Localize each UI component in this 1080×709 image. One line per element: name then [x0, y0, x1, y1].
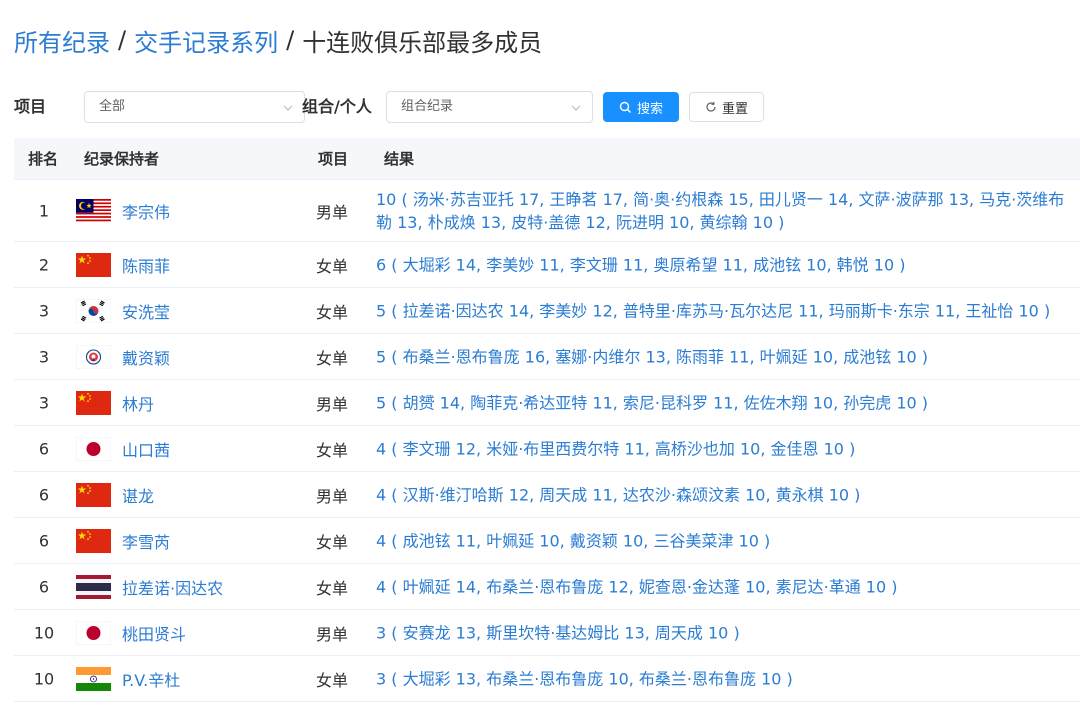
type-select-value: 组合纪录: [401, 99, 454, 114]
event-cell: 男单: [316, 486, 349, 506]
event-cell: 男单: [316, 202, 349, 222]
thailand-flag-icon: [76, 574, 111, 599]
breadcrumb-all-records-link[interactable]: 所有纪录: [14, 23, 110, 58]
holder-link[interactable]: 戴资颖: [122, 345, 170, 369]
holder-link[interactable]: 陈雨菲: [122, 253, 170, 277]
rank-cell: 6: [38, 577, 50, 596]
rank-cell: 6: [38, 485, 50, 504]
chevron-down-icon: [283, 105, 293, 111]
rank-cell: 6: [38, 439, 50, 458]
result-cell[interactable]: 4 ( 成池铉 11, 叶姵延 10, 戴资颖 10, 三谷美菜津 10 ): [376, 529, 1080, 552]
header-rank: 排名: [28, 150, 59, 168]
table-row: 2 陈雨菲 女单 6 ( 大堀彩 14, 李美妙 11, 李文珊 11, 奥原希…: [14, 242, 1080, 288]
holder-link[interactable]: 安洗莹: [122, 299, 170, 323]
type-filter-label: 组合/个人: [302, 97, 372, 116]
type-select[interactable]: 组合纪录: [386, 91, 593, 123]
event-cell: 女单: [316, 256, 349, 276]
result-cell[interactable]: 5 ( 胡赟 14, 陶菲克·希达亚特 11, 索尼·昆科罗 11, 佐佐木翔 …: [376, 391, 1080, 414]
table-row: 10 P.V.辛杜 女单 3 ( 大堀彩 13, 布桑兰·恩布鲁庞 10, 布桑…: [14, 656, 1080, 702]
china-flag-icon: [76, 482, 111, 507]
rank-cell: 10: [33, 623, 55, 642]
china-flag-icon: [76, 390, 111, 415]
reset-button[interactable]: 重置: [689, 92, 764, 122]
page-title: 十连败俱乐部最多成员: [302, 28, 543, 57]
result-cell[interactable]: 3 ( 大堀彩 13, 布桑兰·恩布鲁庞 10, 布桑兰·恩布鲁庞 10 ): [376, 667, 1080, 690]
table-row: 6 山口茜 女单 4 ( 李文珊 12, 米娅·布里西费尔特 11, 高桥沙也加…: [14, 426, 1080, 472]
chinese-taipei-flag-icon: [76, 344, 111, 369]
rank-cell: 3: [38, 301, 50, 320]
rank-cell: 2: [38, 255, 50, 274]
rank-cell: 10: [33, 669, 55, 688]
event-cell: 女单: [316, 348, 349, 368]
reset-button-label: 重置: [721, 101, 748, 117]
breadcrumb-separator: /: [286, 26, 295, 54]
table-row: 3 戴资颖 女单 5 ( 布桑兰·恩布鲁庞 16, 塞娜·内维尔 13, 陈雨菲…: [14, 334, 1080, 380]
holder-link[interactable]: 拉差诺·因达农: [122, 575, 223, 599]
result-cell[interactable]: 10 ( 汤米·苏吉亚托 17, 王睁茗 17, 简·奥·约根森 15, 田儿贤…: [376, 188, 1080, 234]
rank-cell: 3: [38, 347, 50, 366]
event-cell: 女单: [316, 578, 349, 598]
event-cell: 女单: [316, 670, 349, 690]
holder-link[interactable]: 林丹: [122, 391, 154, 415]
malaysia-flag-icon: [76, 198, 111, 223]
rank-cell: 3: [38, 393, 50, 412]
table-row: 3 林丹 男单 5 ( 胡赟 14, 陶菲克·希达亚特 11, 索尼·昆科罗 1…: [14, 380, 1080, 426]
event-select[interactable]: 全部: [84, 91, 305, 123]
search-button-label: 搜索: [636, 101, 663, 117]
korea-flag-icon: [76, 298, 111, 323]
japan-flag-icon: [76, 436, 111, 461]
event-filter-label: 项目: [14, 97, 47, 116]
table-row: 1 李宗伟 男单 10 ( 汤米·苏吉亚托 17, 王睁茗 17, 简·奥·约根…: [14, 180, 1080, 242]
japan-flag-icon: [76, 620, 111, 645]
event-cell: 女单: [316, 302, 349, 322]
breadcrumb-head-to-head-link[interactable]: 交手记录系列: [134, 23, 278, 58]
result-cell[interactable]: 4 ( 李文珊 12, 米娅·布里西费尔特 11, 高桥沙也加 10, 金佳恩 …: [376, 437, 1080, 460]
chevron-down-icon: [571, 105, 581, 111]
table-row: 6 李雪芮 女单 4 ( 成池铉 11, 叶姵延 10, 戴资颖 10, 三谷美…: [14, 518, 1080, 564]
result-cell[interactable]: 4 ( 叶姵延 14, 布桑兰·恩布鲁庞 12, 妮查恩·金达蓬 10, 素尼达…: [376, 575, 1080, 598]
event-select-value: 全部: [99, 99, 126, 114]
table-row: 6 谌龙 男单 4 ( 汉斯·维汀哈斯 12, 周天成 11, 达农沙·森颂汶素…: [14, 472, 1080, 518]
rank-cell: 6: [38, 531, 50, 550]
holder-link[interactable]: 李宗伟: [122, 199, 170, 223]
breadcrumb-separator: /: [118, 26, 127, 54]
search-button[interactable]: 搜索: [603, 92, 679, 122]
search-icon: [619, 101, 631, 113]
holder-link[interactable]: 山口茜: [122, 437, 170, 461]
china-flag-icon: [76, 528, 111, 553]
table-row: 6 拉差诺·因达农 女单 4 ( 叶姵延 14, 布桑兰·恩布鲁庞 12, 妮查…: [14, 564, 1080, 610]
event-cell: 女单: [316, 532, 349, 552]
holder-link[interactable]: P.V.辛杜: [122, 667, 180, 691]
holder-link[interactable]: 桃田贤斗: [122, 621, 186, 645]
india-flag-icon: [76, 666, 111, 691]
result-cell[interactable]: 5 ( 拉差诺·因达农 14, 李美妙 12, 普特里·库苏马·瓦尔达尼 11,…: [376, 299, 1080, 322]
result-cell[interactable]: 3 ( 安赛龙 13, 斯里坎特·基达姆比 13, 周天成 10 ): [376, 621, 1080, 644]
event-cell: 男单: [316, 624, 349, 644]
records-table: 排名 纪录保持者 项目 结果 1 李宗伟 男单 10 ( 汤米·苏吉亚托 17,…: [14, 138, 1080, 702]
event-cell: 女单: [316, 440, 349, 460]
header-holder: 纪录保持者: [84, 150, 160, 168]
holder-link[interactable]: 谌龙: [122, 483, 154, 507]
header-event: 项目: [318, 150, 349, 168]
table-row: 10 桃田贤斗 男单 3 ( 安赛龙 13, 斯里坎特·基达姆比 13, 周天成…: [14, 610, 1080, 656]
result-cell[interactable]: 4 ( 汉斯·维汀哈斯 12, 周天成 11, 达农沙·森颂汶素 10, 黄永棋…: [376, 483, 1080, 506]
header-result: 结果: [384, 150, 415, 168]
table-header: 排名 纪录保持者 项目 结果: [14, 138, 1080, 180]
holder-link[interactable]: 李雪芮: [122, 529, 170, 553]
rank-cell: 1: [38, 201, 50, 220]
table-row: 3 安洗莹 女单 5 ( 拉差诺·因达农 14, 李美妙 12, 普特里·库苏马…: [14, 288, 1080, 334]
filter-bar: 项目 全部 组合/个人 组合纪录 搜索 重置: [14, 91, 774, 123]
result-cell[interactable]: 5 ( 布桑兰·恩布鲁庞 16, 塞娜·内维尔 13, 陈雨菲 11, 叶姵延 …: [376, 345, 1080, 368]
breadcrumb: 所有纪录 / 交手记录系列 / 十连败俱乐部最多成员: [14, 22, 542, 58]
event-cell: 男单: [316, 394, 349, 414]
refresh-icon: [706, 102, 716, 112]
result-cell[interactable]: 6 ( 大堀彩 14, 李美妙 11, 李文珊 11, 奥原希望 11, 成池铉…: [376, 253, 1080, 276]
china-flag-icon: [76, 252, 111, 277]
